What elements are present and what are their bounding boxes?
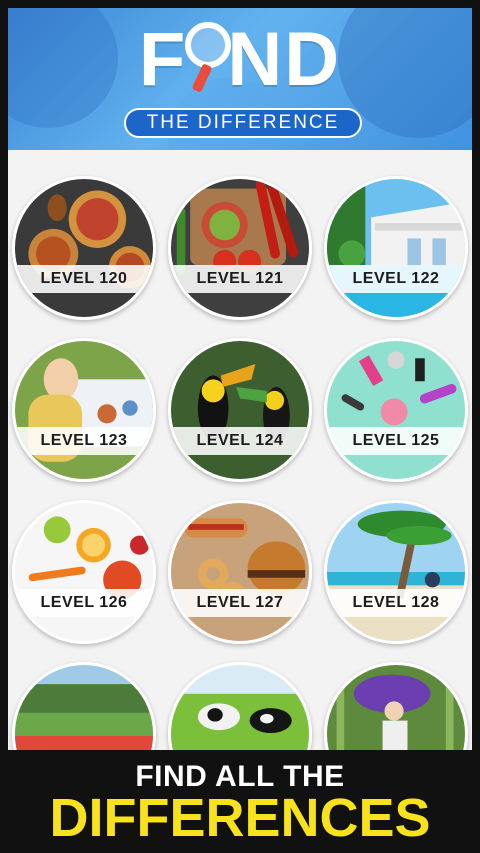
level-tile-131[interactable]: [324, 662, 468, 750]
level-tile-126[interactable]: LEVEL 126: [12, 500, 156, 644]
level-label: LEVEL 127: [171, 589, 309, 617]
level-thumbnail-villa: [327, 179, 465, 317]
level-label: LEVEL 120: [15, 265, 153, 293]
level-tile-122[interactable]: LEVEL 122: [324, 176, 468, 320]
level-thumbnail-pies: [15, 179, 153, 317]
level-thumbnail-fruits: [15, 503, 153, 641]
level-tile-121[interactable]: LEVEL 121: [168, 176, 312, 320]
level-thumbnail-beach: [327, 503, 465, 641]
level-label: LEVEL 125: [327, 427, 465, 455]
level-tile-125[interactable]: LEVEL 125: [324, 338, 468, 482]
level-thumbnail-garden: [15, 665, 153, 750]
level-label: LEVEL 121: [171, 265, 309, 293]
level-thumbnail-toucans: [171, 341, 309, 479]
logo-letters-nd: ND: [227, 17, 342, 102]
magnifier-icon: [185, 20, 232, 93]
level-thumbnail-fastfood: [171, 503, 309, 641]
app-logo-title: F ND: [8, 20, 472, 100]
header: F ND THE DIFFERENCE: [8, 8, 472, 150]
level-label: LEVEL 124: [171, 427, 309, 455]
level-tile-124[interactable]: LEVEL 124: [168, 338, 312, 482]
level-tile-127[interactable]: LEVEL 127: [168, 500, 312, 644]
promo-banner: FIND ALL THE DIFFERENCES: [0, 750, 480, 853]
app-frame: F ND THE DIFFERENCE LEVEL 120 LEVEL 121 …: [8, 8, 472, 750]
level-thumbnail-cows: [171, 665, 309, 750]
level-label: LEVEL 128: [327, 589, 465, 617]
level-tile-120[interactable]: LEVEL 120: [12, 176, 156, 320]
level-label: LEVEL 126: [15, 589, 153, 617]
level-thumbnail-picnic: [15, 341, 153, 479]
logo-letter-f: F: [138, 17, 188, 102]
subtitle-pill: THE DIFFERENCE: [124, 108, 362, 138]
level-thumbnail-vegetables: [171, 179, 309, 317]
level-grid: LEVEL 120 LEVEL 121 LEVEL 122 LEVEL 123 …: [8, 150, 472, 750]
level-label: LEVEL 122: [327, 265, 465, 293]
level-tile-129[interactable]: [12, 662, 156, 750]
level-tile-130[interactable]: [168, 662, 312, 750]
level-thumbnail-bamboo: [327, 665, 465, 750]
level-thumbnail-cosmetics: [327, 341, 465, 479]
banner-line-2: DIFFERENCES: [49, 788, 431, 848]
level-tile-123[interactable]: LEVEL 123: [12, 338, 156, 482]
level-label: LEVEL 123: [15, 427, 153, 455]
level-tile-128[interactable]: LEVEL 128: [324, 500, 468, 644]
